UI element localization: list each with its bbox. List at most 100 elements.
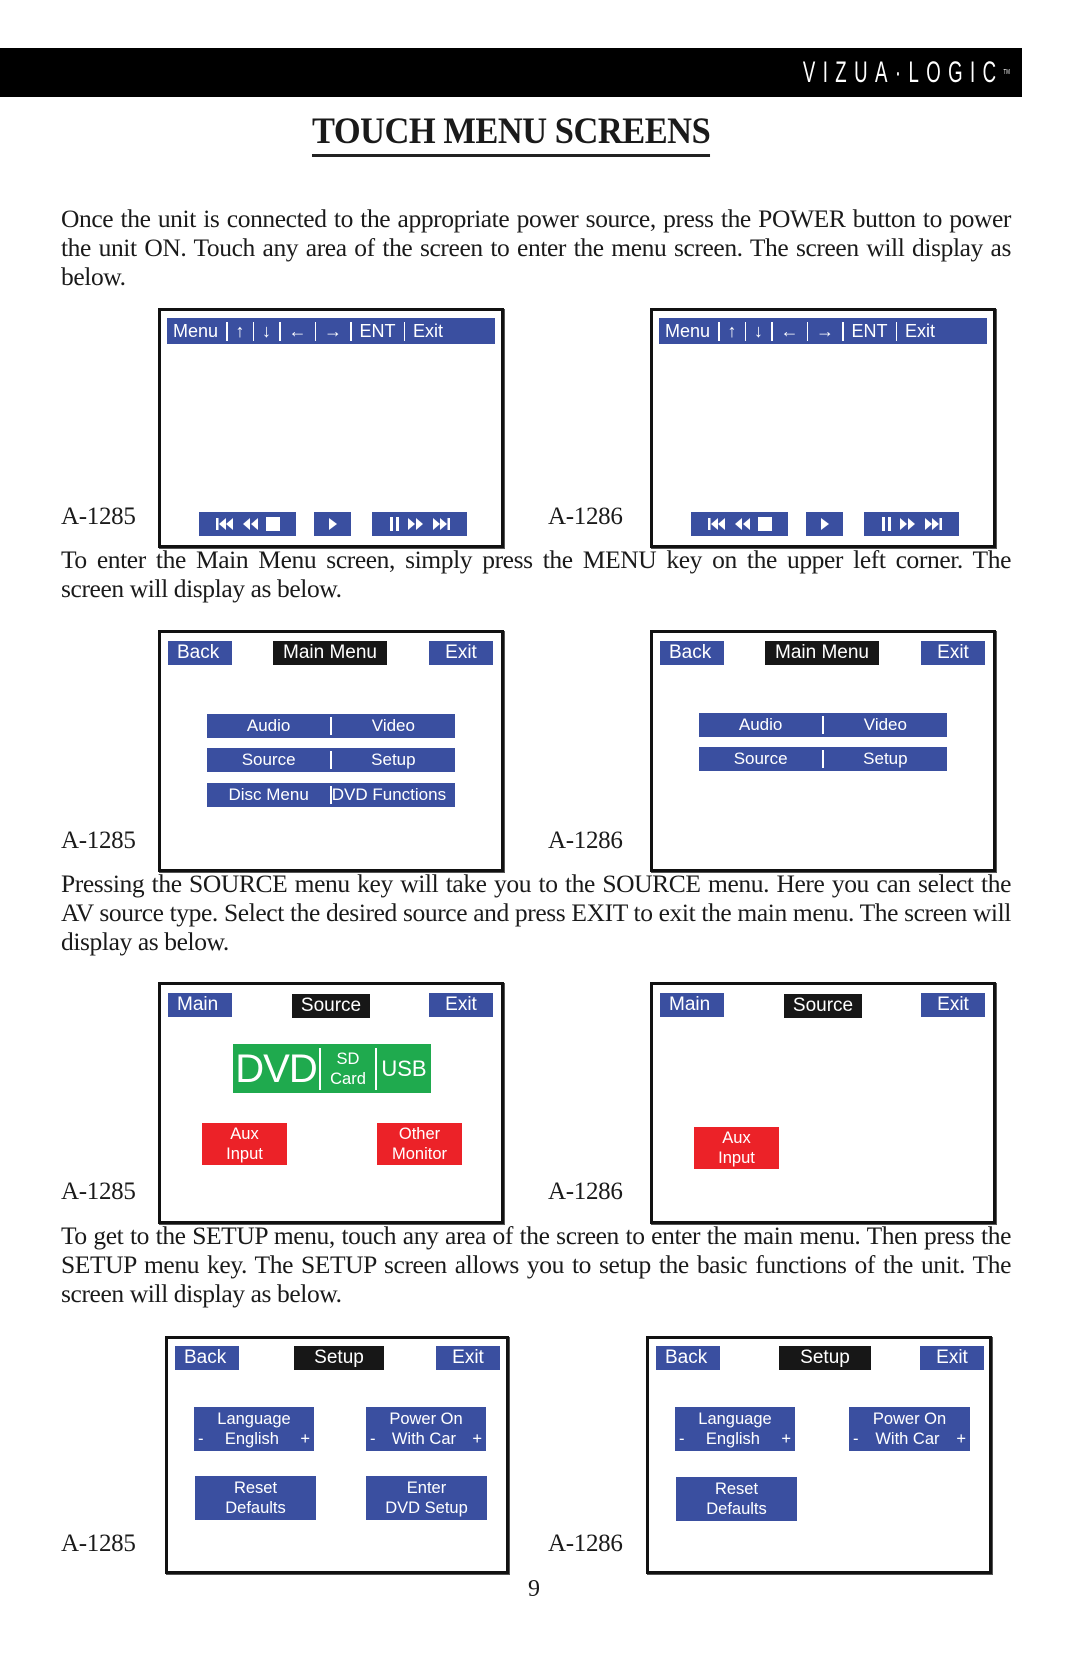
- reset-defaults-button[interactable]: Reset Defaults: [676, 1477, 797, 1521]
- setup-button[interactable]: Setup: [824, 749, 947, 769]
- model-label-left: A-1285: [61, 1530, 136, 1557]
- source-selector: DVD SD Card USB: [233, 1044, 431, 1093]
- rewind-icon: [734, 518, 750, 530]
- menu-title: Setup: [294, 1346, 384, 1370]
- source-button[interactable]: Source: [699, 749, 822, 769]
- page-number: 9: [528, 1576, 540, 1602]
- language-decrease-button[interactable]: -: [679, 1429, 685, 1449]
- usb-source-button[interactable]: USB: [377, 1056, 431, 1082]
- power-decrease-button[interactable]: -: [370, 1429, 376, 1449]
- enter-dvd-setup-button[interactable]: Enter DVD Setup: [366, 1476, 487, 1520]
- language-setting: Language - English +: [675, 1407, 795, 1451]
- controls-group-1[interactable]: [199, 512, 296, 536]
- dvd-source-button[interactable]: DVD: [233, 1046, 319, 1092]
- source-setup-row: Source Setup: [699, 747, 947, 771]
- nav-right-icon[interactable]: →: [324, 321, 342, 342]
- other-label: Other: [398, 1125, 441, 1143]
- aux-label: Aux: [230, 1125, 259, 1143]
- setup-button[interactable]: Setup: [332, 750, 455, 770]
- audio-video-row: Audio Video: [699, 713, 947, 737]
- power-value: With Car: [875, 1430, 940, 1448]
- brand-logo: VIZUA·LOGICTM: [803, 56, 1010, 89]
- sd-card-source-button[interactable]: SD Card: [321, 1049, 375, 1089]
- other-monitor-button[interactable]: Other Monitor: [377, 1123, 462, 1165]
- back-button[interactable]: Back: [660, 641, 724, 665]
- language-setting: Language - English +: [194, 1407, 314, 1451]
- rewind-icon: [242, 518, 258, 530]
- nav-menu[interactable]: Menu: [173, 321, 218, 342]
- main-button[interactable]: Main: [168, 993, 232, 1017]
- pause-icon: [389, 517, 399, 531]
- paragraph-source-menu: Pressing the SOURCE menu key will take y…: [61, 869, 1011, 956]
- controls-group-3[interactable]: [372, 512, 467, 536]
- exit-button[interactable]: Exit: [429, 641, 493, 665]
- pause-icon: [881, 517, 891, 531]
- nav-left-icon[interactable]: ←: [781, 321, 799, 342]
- exit-button[interactable]: Exit: [429, 993, 493, 1017]
- controls-group-1[interactable]: [691, 512, 788, 536]
- nav-enter[interactable]: ENT: [852, 321, 888, 342]
- nav-down-icon[interactable]: ↓: [262, 321, 271, 342]
- nav-menu[interactable]: Menu: [665, 321, 710, 342]
- nav-down-icon[interactable]: ↓: [754, 321, 763, 342]
- nav-right-icon[interactable]: →: [816, 321, 834, 342]
- exit-button[interactable]: Exit: [436, 1346, 500, 1370]
- controls-group-2[interactable]: [806, 512, 843, 536]
- model-label-right: A-1286: [548, 827, 623, 854]
- main-button[interactable]: Main: [660, 993, 724, 1017]
- power-decrease-button[interactable]: -: [853, 1429, 859, 1449]
- stop-icon: [265, 517, 280, 531]
- setup-menu-screen-a1286: Back Setup Exit Language - English + Pow…: [646, 1336, 992, 1574]
- nav-left-icon[interactable]: ←: [289, 321, 307, 342]
- power-on-label: Power On: [389, 1410, 463, 1428]
- language-label: Language: [217, 1410, 291, 1428]
- nav-exit[interactable]: Exit: [413, 321, 443, 342]
- power-increase-button[interactable]: +: [472, 1429, 482, 1449]
- dvd-functions-button[interactable]: DVD Functions: [332, 785, 455, 805]
- sd-label: SD: [336, 1049, 360, 1068]
- model-label-left: A-1285: [61, 827, 136, 854]
- back-button[interactable]: Back: [168, 641, 232, 665]
- exit-button[interactable]: Exit: [921, 993, 985, 1017]
- model-label-right: A-1286: [548, 1530, 623, 1557]
- exit-button[interactable]: Exit: [920, 1346, 984, 1370]
- video-button[interactable]: Video: [332, 716, 455, 736]
- power-value: With Car: [391, 1430, 457, 1448]
- aux-input-button[interactable]: Aux Input: [202, 1123, 287, 1165]
- language-increase-button[interactable]: +: [781, 1429, 791, 1449]
- exit-button[interactable]: Exit: [921, 641, 985, 665]
- initial-screen-a1285: Menu ↑ ↓ ← → ENT Exit: [158, 308, 504, 548]
- menu-title: Source: [784, 994, 862, 1018]
- video-button[interactable]: Video: [824, 715, 947, 735]
- play-icon: [820, 518, 829, 530]
- back-button[interactable]: Back: [175, 1346, 239, 1370]
- main-menu-screen-a1285: Back Main Menu Exit Audio Video Source Set…: [158, 630, 504, 872]
- nav-bar: Menu ↑ ↓ ← → ENT Exit: [167, 318, 495, 344]
- fast-forward-icon: [899, 518, 915, 530]
- nav-up-icon[interactable]: ↑: [236, 321, 245, 342]
- monitor-label: Monitor: [391, 1145, 448, 1163]
- reset-defaults-button[interactable]: Reset Defaults: [195, 1476, 316, 1520]
- initial-screen-a1286: Menu ↑ ↓ ← → ENT Exit: [650, 308, 996, 548]
- source-button[interactable]: Source: [207, 750, 330, 770]
- page-title: TOUCH MENU SCREENS: [0, 112, 1022, 157]
- controls-group-3[interactable]: [864, 512, 959, 536]
- disc-dvd-row: Disc Menu DVD Functions: [207, 783, 455, 807]
- menu-title: Main Menu: [765, 641, 879, 665]
- paragraph-power-on: Once the unit is connected to the approp…: [61, 204, 1011, 291]
- aux-input-button[interactable]: Aux Input: [694, 1127, 779, 1169]
- power-increase-button[interactable]: +: [956, 1429, 966, 1449]
- main-menu-screen-a1286: Back Main Menu Exit Audio Video Source Set…: [650, 630, 996, 872]
- audio-button[interactable]: Audio: [699, 715, 822, 735]
- controls-group-2[interactable]: [314, 512, 351, 536]
- back-button[interactable]: Back: [656, 1346, 720, 1370]
- audio-button[interactable]: Audio: [207, 716, 330, 736]
- language-increase-button[interactable]: +: [300, 1429, 310, 1449]
- model-label-right: A-1286: [548, 1178, 623, 1205]
- nav-up-icon[interactable]: ↑: [728, 321, 737, 342]
- disc-menu-button[interactable]: Disc Menu: [207, 785, 330, 805]
- defaults-label: Defaults: [706, 1500, 767, 1518]
- nav-enter[interactable]: ENT: [360, 321, 396, 342]
- nav-exit[interactable]: Exit: [905, 321, 935, 342]
- language-decrease-button[interactable]: -: [198, 1429, 204, 1449]
